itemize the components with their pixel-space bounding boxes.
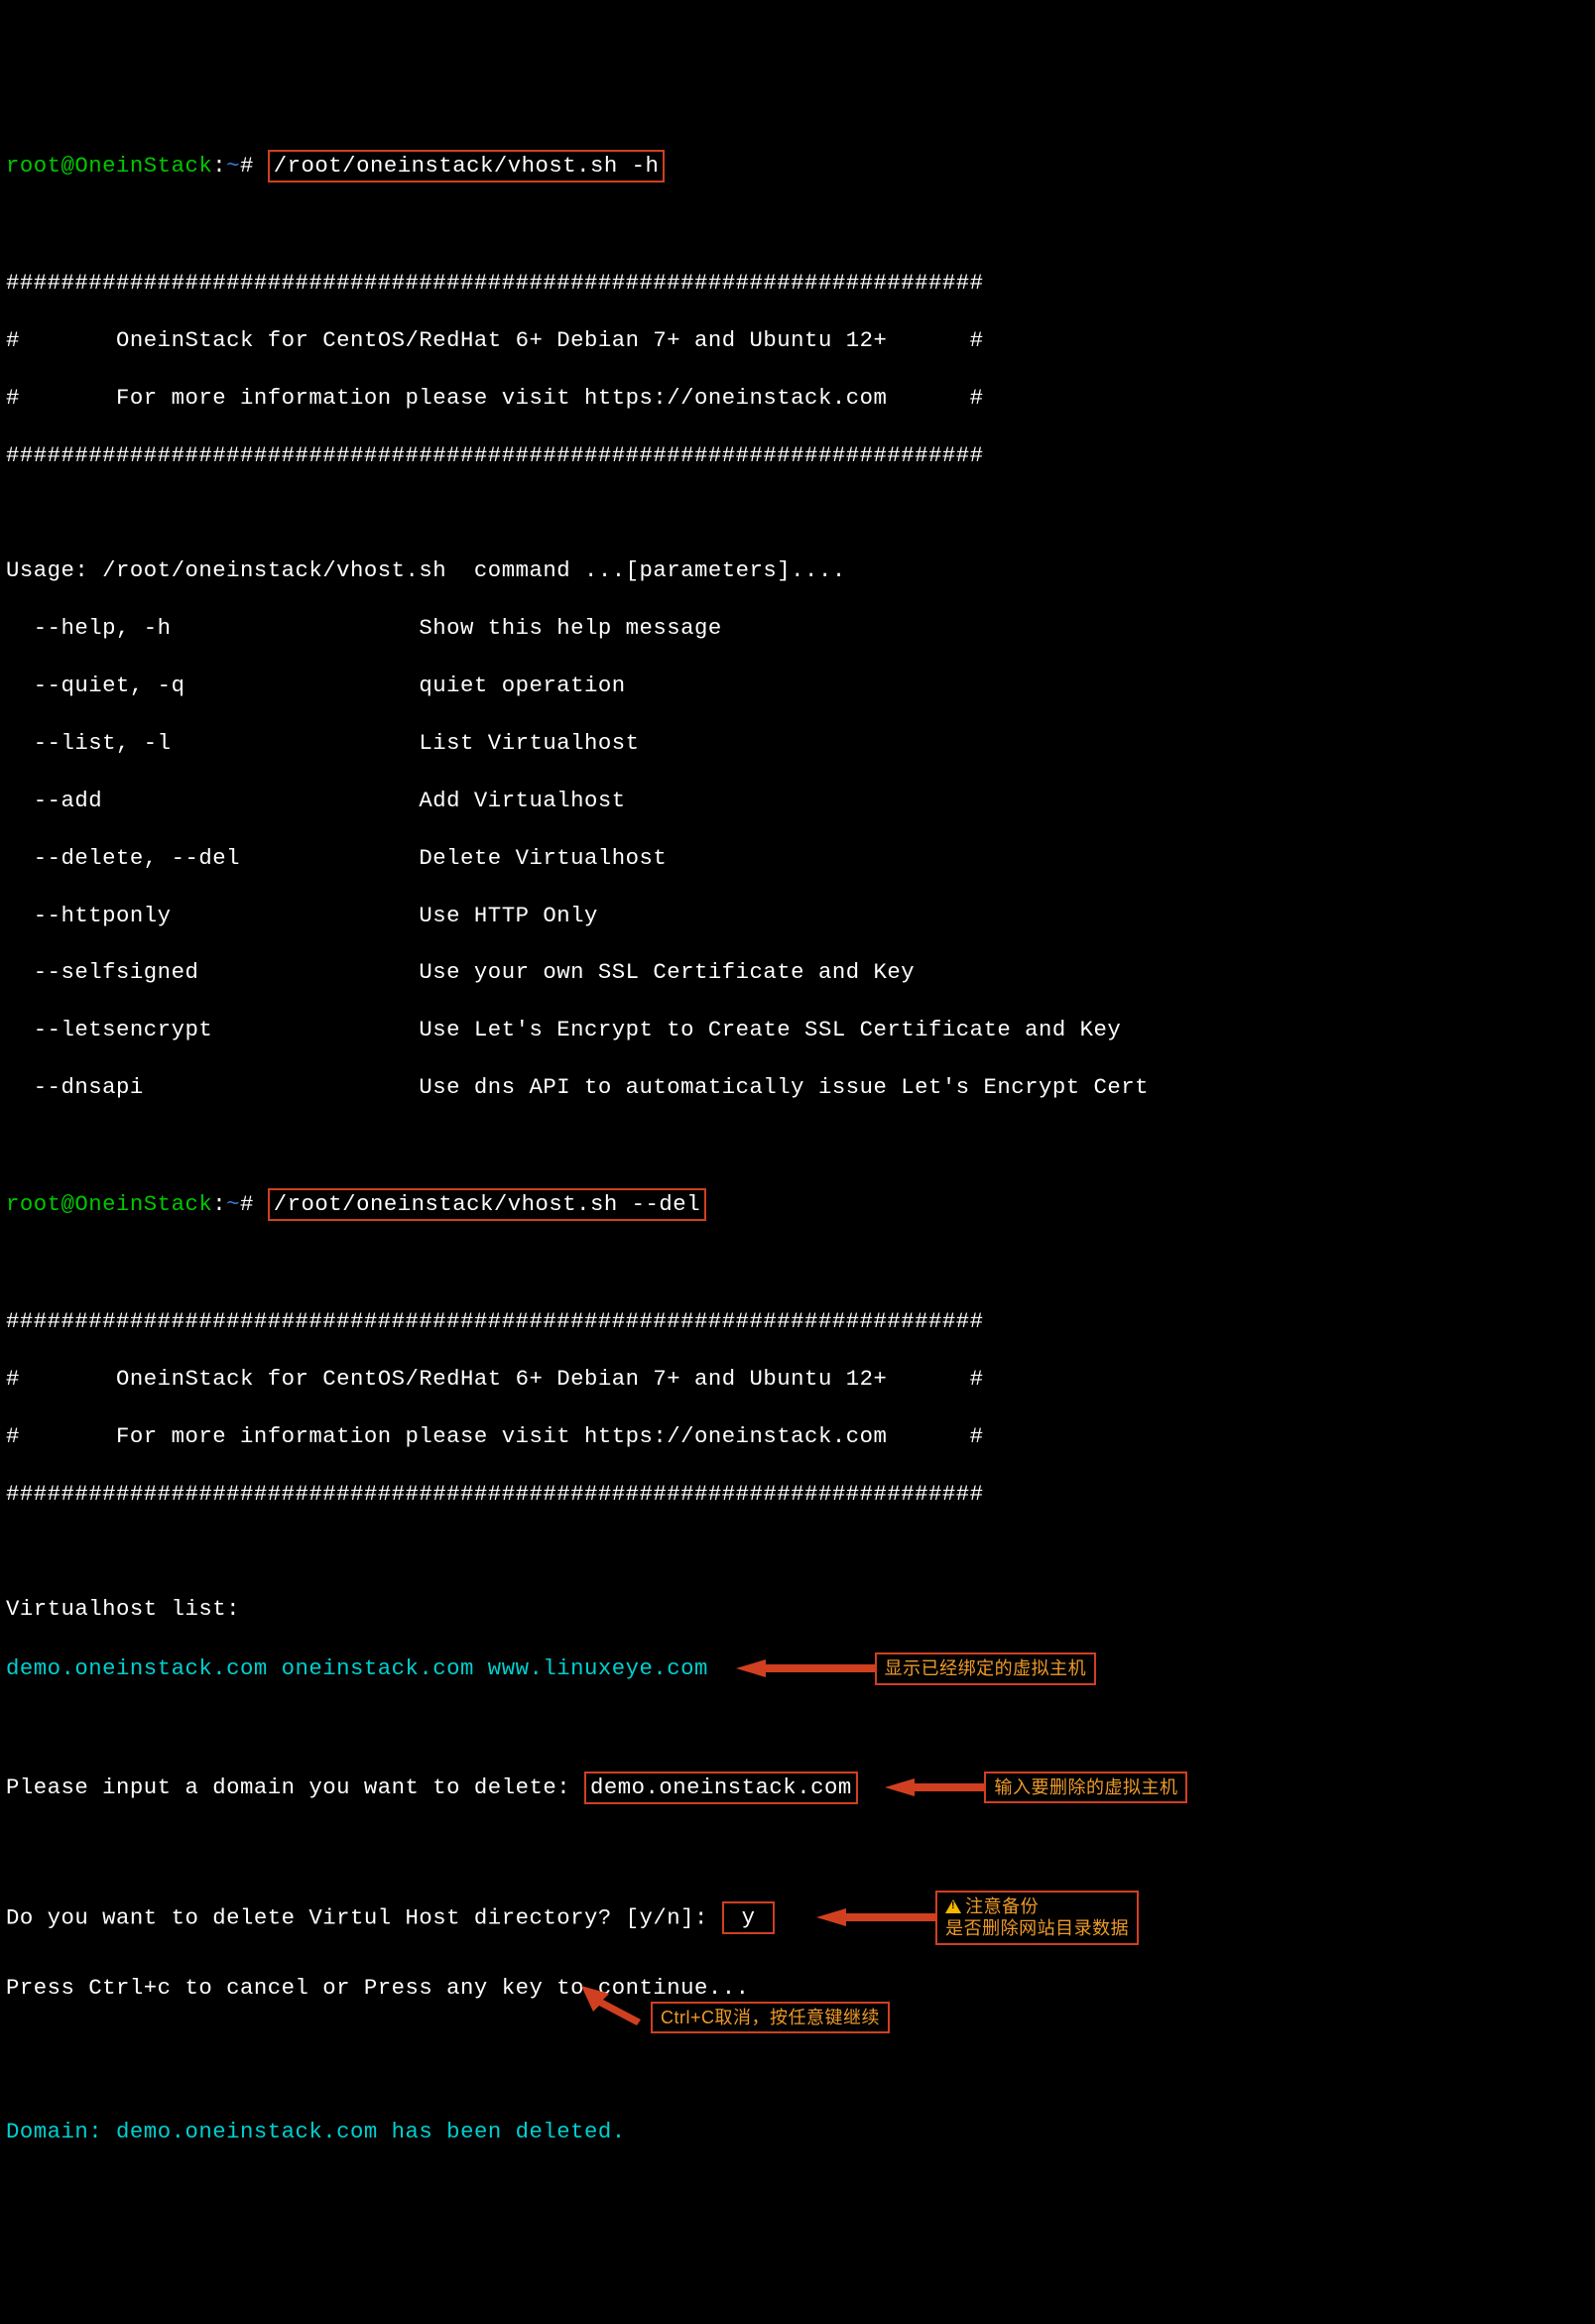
domain-input-box[interactable]: demo.oneinstack.com (584, 1772, 858, 1804)
user-host: root@OneinStack (6, 153, 212, 179)
delete-input-line: Please input a domain you want to delete… (6, 1772, 1589, 1804)
annotation-2: 输入要删除的虚拟主机 (885, 1772, 1187, 1804)
annotation-4: Ctrl+C取消，按任意键继续 (581, 1992, 890, 2034)
option-line: --dnsapi Use dns API to automatically is… (6, 1073, 1589, 1102)
command-box-1: /root/oneinstack/vhost.sh -h (268, 150, 666, 183)
arrow-upleft-icon (581, 1986, 651, 2025)
banner-line-2: # For more information please visit http… (6, 384, 1589, 413)
confirm-line: Do you want to delete Virtul Host direct… (6, 1891, 1589, 1945)
annotation-1: 显示已经绑定的虚拟主机 (736, 1652, 1097, 1685)
user-host: root@OneinStack (6, 1191, 212, 1217)
cwd: ~ (226, 153, 240, 179)
prompt-line-1[interactable]: root@OneinStack:~# /root/oneinstack/vhos… (6, 150, 1589, 183)
option-line: --httponly Use HTTP Only (6, 902, 1589, 930)
usage-line: Usage: /root/oneinstack/vhost.sh command… (6, 556, 1589, 585)
vhost-list: demo.oneinstack.com oneinstack.com www.l… (6, 1655, 708, 1681)
deleted-domain: demo.oneinstack.com (116, 2119, 378, 2144)
cwd: ~ (226, 1191, 240, 1217)
banner-hashline: ########################################… (6, 269, 1589, 298)
vhost-list-label: Virtualhost list: (6, 1595, 1589, 1624)
option-line: --delete, --del Delete Virtualhost (6, 844, 1589, 873)
option-line: --quiet, -q quiet operation (6, 672, 1589, 700)
banner-hashline: ########################################… (6, 1480, 1589, 1509)
arrow-left-icon (736, 1657, 875, 1679)
command-box-2: /root/oneinstack/vhost.sh --del (268, 1188, 706, 1221)
annotation-3: 注意备份是否删除网站目录数据 (816, 1891, 1139, 1945)
banner-line-2: # For more information please visit http… (6, 1422, 1589, 1451)
banner-line-1: # OneinStack for CentOS/RedHat 6+ Debian… (6, 1365, 1589, 1394)
confirm-input-box[interactable]: y (722, 1901, 776, 1934)
warning-icon (945, 1899, 961, 1913)
result-line: Domain: demo.oneinstack.com has been del… (6, 2118, 1589, 2146)
banner-hashline: ########################################… (6, 1307, 1589, 1336)
terminal-output: root@OneinStack:~# /root/oneinstack/vhos… (6, 121, 1589, 2175)
arrow-left-icon (816, 1906, 935, 1928)
vhost-list-line: demo.oneinstack.com oneinstack.com www.l… (6, 1652, 1589, 1685)
banner-line-1: # OneinStack for CentOS/RedHat 6+ Debian… (6, 326, 1589, 355)
press-key-line: Press Ctrl+c to cancel or Press any key … (6, 1974, 1589, 2031)
arrow-left-icon (885, 1776, 984, 1798)
banner-hashline: ########################################… (6, 441, 1589, 470)
option-line: --list, -l List Virtualhost (6, 729, 1589, 758)
prompt-line-2[interactable]: root@OneinStack:~# /root/oneinstack/vhos… (6, 1188, 1589, 1221)
option-line: --help, -h Show this help message (6, 614, 1589, 643)
option-line: --selfsigned Use your own SSL Certificat… (6, 958, 1589, 987)
option-line: --add Add Virtualhost (6, 787, 1589, 815)
option-line: --letsencrypt Use Let's Encrypt to Creat… (6, 1016, 1589, 1044)
